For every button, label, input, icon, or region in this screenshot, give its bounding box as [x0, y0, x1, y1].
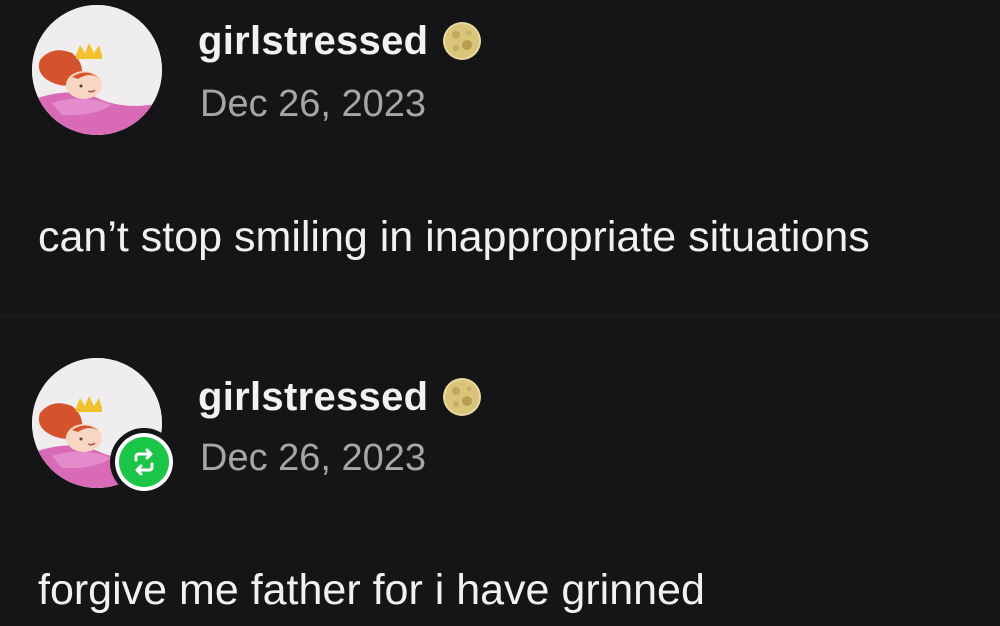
post: girlstressed Dec 26, 2023 can’t stop smi…: [0, 0, 1000, 314]
username[interactable]: girlstressed: [198, 370, 428, 424]
post-header: girlstressed: [198, 14, 482, 68]
reblog-badge-ring: [115, 433, 173, 491]
post-text: forgive me father for i have grinned: [38, 566, 705, 614]
full-moon-icon: [443, 22, 482, 60]
reblog-badge-core: [119, 437, 169, 487]
post-header: girlstressed: [198, 370, 482, 424]
username[interactable]: girlstressed: [198, 14, 428, 68]
post-text: can’t stop smiling in inappropriate situ…: [38, 213, 870, 261]
post-date: Dec 26, 2023: [200, 437, 427, 479]
reblog-badge: [110, 428, 178, 496]
avatar-illustration: [32, 5, 162, 135]
post: girlstressed Dec 26, 2023 forgive me fat…: [0, 318, 1000, 626]
avatar[interactable]: [32, 5, 162, 135]
full-moon-icon: [443, 378, 482, 416]
reblog-icon: [134, 448, 154, 476]
post-date: Dec 26, 2023: [200, 83, 427, 125]
